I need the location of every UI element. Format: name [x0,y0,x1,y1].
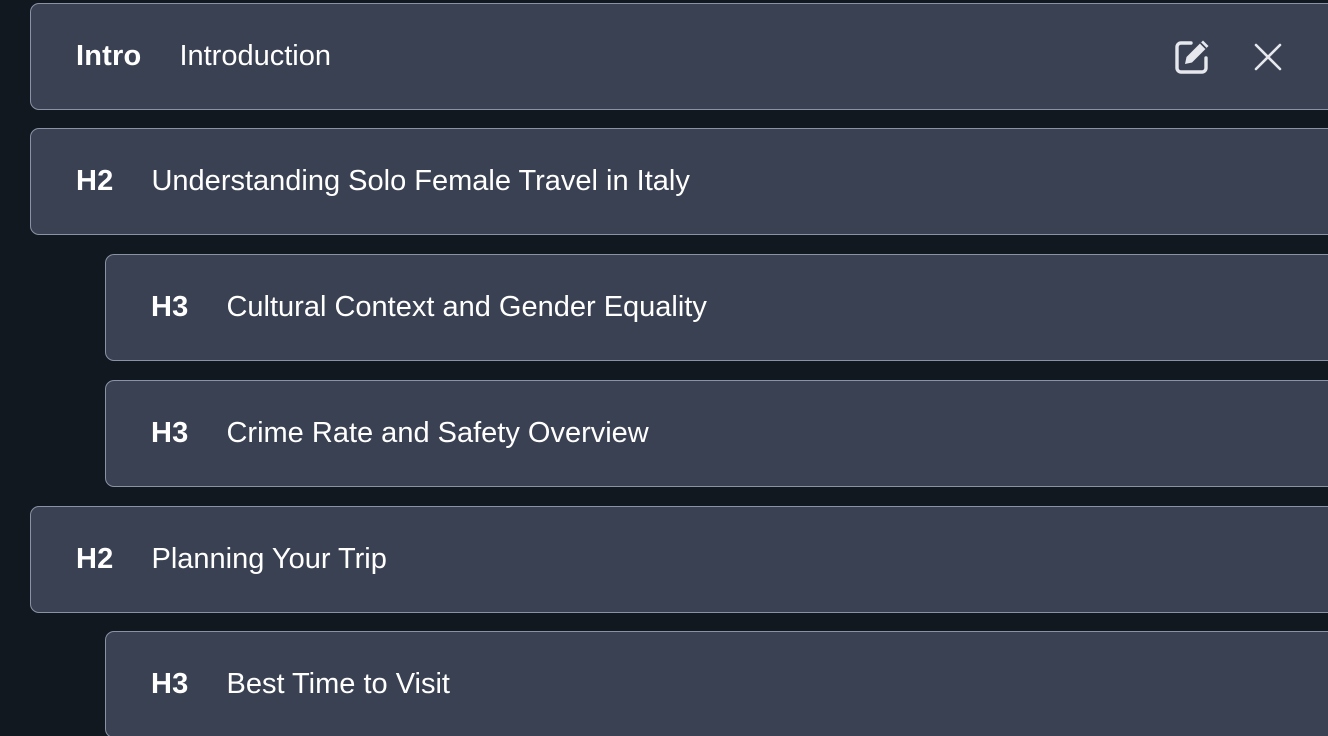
item-actions [1171,4,1289,109]
heading-tag: H2 [76,543,114,575]
outline-list: Intro Introduction H2 Understanding Solo… [0,0,1328,736]
heading-tag: H2 [76,165,114,197]
heading-tag: Intro [76,40,142,72]
heading-tag: H3 [151,291,189,323]
heading-title: Cultural Context and Gender Equality [226,291,707,323]
heading-tag: H3 [151,417,189,449]
close-button[interactable] [1247,36,1289,78]
outline-item-h3[interactable]: H3 Cultural Context and Gender Equality [105,254,1328,361]
heading-title: Understanding Solo Female Travel in Ital… [151,165,690,197]
heading-title: Best Time to Visit [226,668,450,700]
outline-item-intro[interactable]: Intro Introduction [30,3,1328,110]
heading-title: Introduction [179,40,331,72]
heading-tag: H3 [151,668,189,700]
edit-icon [1175,40,1209,74]
outline-item-h2[interactable]: H2 Understanding Solo Female Travel in I… [30,128,1328,235]
edit-button[interactable] [1171,36,1213,78]
outline-item-h3[interactable]: H3 Crime Rate and Safety Overview [105,380,1328,487]
heading-title: Crime Rate and Safety Overview [226,417,649,449]
close-icon [1254,43,1282,70]
outline-item-h3[interactable]: H3 Best Time to Visit [105,631,1328,736]
heading-title: Planning Your Trip [151,543,387,575]
outline-item-h2[interactable]: H2 Planning Your Trip [30,506,1328,613]
